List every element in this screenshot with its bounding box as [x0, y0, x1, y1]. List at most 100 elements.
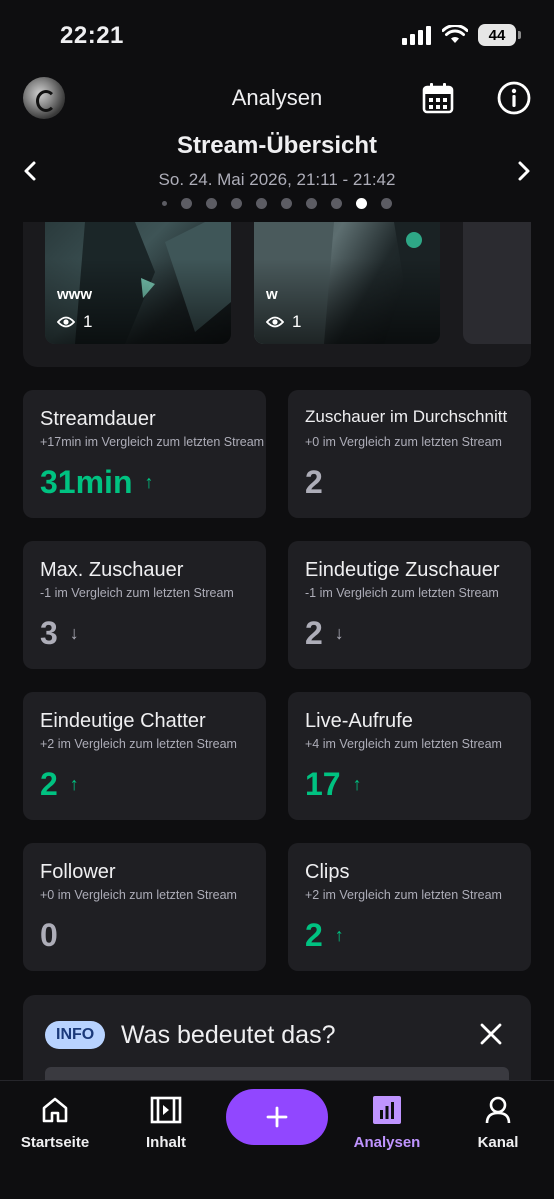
eye-icon [266, 316, 284, 328]
info-badge: INFO [45, 1021, 106, 1049]
stat-value: 31min [40, 464, 133, 500]
stat-card[interactable]: Eindeutige Chatter +2 im Vergleich zum le… [23, 692, 266, 820]
stat-card[interactable]: Zuschauer im Durchschnitt +0 im Vergleich… [288, 390, 531, 518]
tab-label: Kanal [477, 1134, 519, 1151]
clip-view-count: 1 [83, 312, 93, 331]
stat-value-row: 3 ↓ [40, 615, 79, 652]
stat-value: 17 [305, 766, 341, 802]
page-dot[interactable] [306, 198, 317, 209]
arrow-up-icon: ↑ [69, 774, 79, 794]
tab-analysen[interactable]: Analysen [337, 1093, 437, 1151]
arrow-up-icon: ↑ [352, 774, 362, 794]
status-icons: 44 [402, 24, 521, 46]
stat-value-row: 2 ↓ [305, 615, 344, 652]
tab-label: Analysen [353, 1134, 421, 1151]
arrow-down-icon: ↓ [69, 623, 79, 643]
clip-card-partial[interactable] [463, 222, 531, 344]
eye-icon [57, 316, 75, 328]
stat-title: Follower [40, 861, 116, 883]
home-icon [42, 1097, 68, 1123]
overview-title: Stream-Übersicht [176, 132, 378, 159]
clip-views: 1 [57, 312, 92, 332]
page-dot[interactable] [162, 201, 167, 206]
stat-card[interactable]: Streamdauer +17min im Vergleich zum letzt… [23, 390, 266, 518]
tab-startseite[interactable]: Startseite [5, 1093, 105, 1151]
page-dot[interactable] [231, 198, 242, 209]
page-dot[interactable] [331, 198, 342, 209]
stat-value: 2 [305, 917, 323, 953]
stat-comparison: +0 im Vergleich zum letzten Stream [305, 435, 502, 449]
stat-value: 2 [305, 615, 323, 651]
stat-value-row: 0 [40, 917, 58, 954]
info-icon[interactable] [496, 80, 532, 116]
page-dot[interactable] [256, 198, 267, 209]
stat-comparison: -1 im Vergleich zum letzten Stream [305, 586, 499, 600]
stat-title: Clips [305, 861, 350, 883]
calendar-icon[interactable] [420, 80, 456, 116]
arrow-down-icon: ↓ [334, 623, 344, 643]
tab-label: Inhalt [146, 1134, 186, 1151]
stat-value-row: 2 ↑ [40, 766, 79, 803]
stat-value: 3 [40, 615, 58, 651]
stat-value: 2 [305, 464, 323, 500]
clip-views: 1 [266, 312, 301, 332]
close-icon[interactable] [479, 1022, 503, 1046]
stat-card[interactable]: Max. Zuschauer -1 im Vergleich zum letzte… [23, 541, 266, 669]
clip-title: w [266, 286, 278, 303]
page-dot[interactable] [206, 198, 217, 209]
stat-comparison: +2 im Vergleich zum letzten Stream [305, 888, 502, 902]
stat-value-row: 17 ↑ [305, 766, 362, 803]
stat-comparison: +17min im Vergleich zum letzten Stream [40, 435, 265, 449]
stat-value: 0 [40, 917, 58, 953]
stat-comparison: +0 im Vergleich zum letzten Stream [40, 888, 237, 902]
clip-card[interactable]: w 1 [254, 222, 440, 344]
stat-title: Live-Aufrufe [305, 710, 413, 732]
signal-icon [402, 26, 431, 45]
stat-value: 2 [40, 766, 58, 802]
arrow-up-icon: ↑ [334, 925, 344, 945]
page-dot[interactable] [281, 198, 292, 209]
content-icon [150, 1096, 182, 1124]
tab-kanal[interactable]: Kanal [448, 1093, 548, 1151]
page-dot[interactable] [181, 198, 192, 209]
stat-title: Eindeutige Zuschauer [305, 559, 500, 581]
stat-title: Eindeutige Chatter [40, 710, 206, 732]
stat-comparison: +4 im Vergleich zum letzten Stream [305, 737, 502, 751]
create-button[interactable] [226, 1089, 328, 1145]
stat-value-row: 2 [305, 464, 323, 501]
chevron-right-icon[interactable] [516, 160, 532, 182]
info-question: Was bedeutet das? [121, 1021, 336, 1049]
stat-value-row: 31min ↑ [40, 464, 153, 501]
stream-overview-header: Stream-Übersicht So. 24. Mai 2026, 21:11… [0, 128, 554, 218]
stat-card[interactable]: Clips +2 im Vergleich zum letzten Stream 2… [288, 843, 531, 971]
profile-icon [485, 1096, 511, 1124]
page-indicator[interactable] [0, 198, 554, 209]
tab-bar: Startseite Inhalt Analysen Kanal [0, 1080, 554, 1199]
clips-carousel[interactable]: www 1 w 1 [23, 222, 531, 367]
stat-value-row: 2 ↑ [305, 917, 344, 954]
stat-comparison: -1 im Vergleich zum letzten Stream [40, 586, 234, 600]
page-title: Analysen [231, 85, 323, 110]
status-bar: 22:21 44 [0, 0, 554, 70]
top-nav: Analysen [0, 74, 554, 122]
stat-title: Zuschauer im Durchschnitt [305, 407, 508, 426]
page-dot-active[interactable] [356, 198, 367, 209]
stat-card[interactable]: Follower +0 im Vergleich zum letzten Stre… [23, 843, 266, 971]
clip-view-count: 1 [292, 312, 302, 331]
info-panel: INFO Was bedeutet das? [23, 995, 531, 1085]
tab-inhalt[interactable]: Inhalt [116, 1093, 216, 1151]
stat-card[interactable]: Eindeutige Zuschauer -1 im Vergleich zum … [288, 541, 531, 669]
tab-label: Startseite [20, 1134, 90, 1151]
stat-card[interactable]: Live-Aufrufe +4 im Vergleich zum letzten … [288, 692, 531, 820]
arrow-up-icon: ↑ [144, 472, 154, 492]
stat-comparison: +2 im Vergleich zum letzten Stream [40, 737, 237, 751]
clip-card[interactable]: www 1 [45, 222, 231, 344]
page-dot[interactable] [381, 198, 392, 209]
analytics-icon [373, 1096, 401, 1124]
battery-icon: 44 [478, 24, 521, 46]
status-time: 22:21 [60, 22, 124, 49]
stat-title: Max. Zuschauer [40, 559, 184, 581]
wifi-icon [442, 25, 468, 43]
overview-date: So. 24. Mai 2026, 21:11 - 21:42 [158, 170, 396, 189]
plus-icon [266, 1106, 288, 1128]
